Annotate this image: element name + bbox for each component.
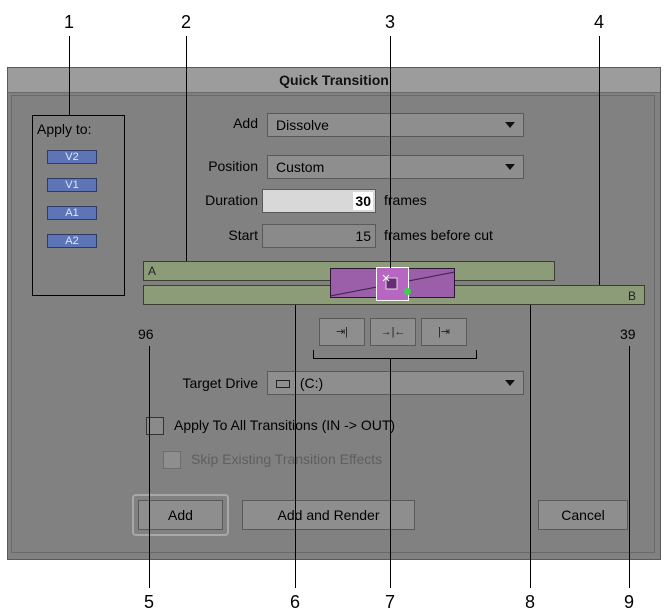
apply-all-label: Apply To All Transitions (IN -> OUT) (174, 417, 396, 433)
chevron-down-icon (505, 380, 515, 386)
callout-6: 6 (289, 592, 300, 612)
left-frame-count: 96 (138, 326, 154, 342)
callout-9: 9 (623, 592, 634, 612)
chevron-down-icon (505, 122, 515, 128)
track-a2-button[interactable]: A2 (47, 234, 97, 248)
chevron-down-icon (505, 164, 515, 170)
callout-line-3 (390, 36, 391, 268)
position-label: Position (208, 158, 258, 174)
callout-5: 5 (143, 592, 154, 612)
apply-to-panel: Apply to: V2 V1 A1 A2 (32, 115, 125, 296)
add-effect-dropdown[interactable]: Dissolve (267, 113, 524, 137)
start-unit: frames before cut (384, 227, 493, 243)
target-drive-label: Target Drive (182, 375, 258, 391)
callout-line-2 (186, 36, 187, 261)
callout-line-4 (599, 36, 600, 285)
track-a1-button[interactable]: A1 (47, 206, 97, 220)
callout-line-8 (530, 305, 531, 588)
drive-icon (276, 380, 290, 389)
callout-4: 4 (593, 12, 604, 32)
target-drive-value: (C:) (299, 375, 324, 391)
add-effect-value: Dissolve (276, 117, 329, 133)
skip-existing-label: Skip Existing Transition Effects (191, 451, 383, 467)
track-v1-button[interactable]: V1 (47, 178, 97, 192)
skip-existing-checkbox[interactable] (163, 451, 181, 469)
nudge-right-button[interactable]: |⇥ (421, 318, 467, 346)
callout-8: 8 (524, 592, 535, 612)
apply-to-label: Apply to: (37, 121, 92, 137)
add-button[interactable]: Add (138, 500, 223, 530)
callout-2: 2 (180, 12, 191, 32)
duration-input[interactable]: 30 (262, 189, 376, 213)
right-frame-count: 39 (620, 326, 636, 342)
nudge-center-button[interactable]: →|← (370, 318, 416, 346)
target-drive-dropdown[interactable]: (C:) (267, 371, 524, 395)
callout-line-9 (629, 346, 630, 588)
callout-line-1 (69, 36, 70, 115)
callout-line-7 (390, 358, 391, 588)
track-v2-button[interactable]: V2 (47, 150, 97, 164)
position-value: Custom (276, 159, 325, 175)
start-field[interactable]: 15 (262, 224, 376, 248)
callout-line-5 (149, 346, 150, 588)
transition-handle-icon (382, 274, 398, 290)
duration-label: Duration (205, 192, 258, 208)
cancel-button[interactable]: Cancel (538, 500, 628, 530)
track-b-label: B (627, 289, 636, 303)
duration-value: 30 (353, 192, 373, 210)
add-label: Add (233, 115, 258, 131)
nudge-bracket (313, 350, 477, 359)
callout-line-6 (295, 305, 296, 588)
nudge-left-button[interactable]: ⇥| (319, 318, 365, 346)
callout-1: 1 (63, 12, 74, 32)
callout-3: 3 (384, 12, 395, 32)
position-dropdown[interactable]: Custom (267, 155, 524, 179)
cut-point-marker (404, 288, 411, 295)
start-label: Start (228, 227, 258, 243)
callout-7: 7 (384, 592, 395, 612)
dialog-title: Quick Transition (8, 68, 660, 93)
track-a-label: A (148, 264, 157, 278)
